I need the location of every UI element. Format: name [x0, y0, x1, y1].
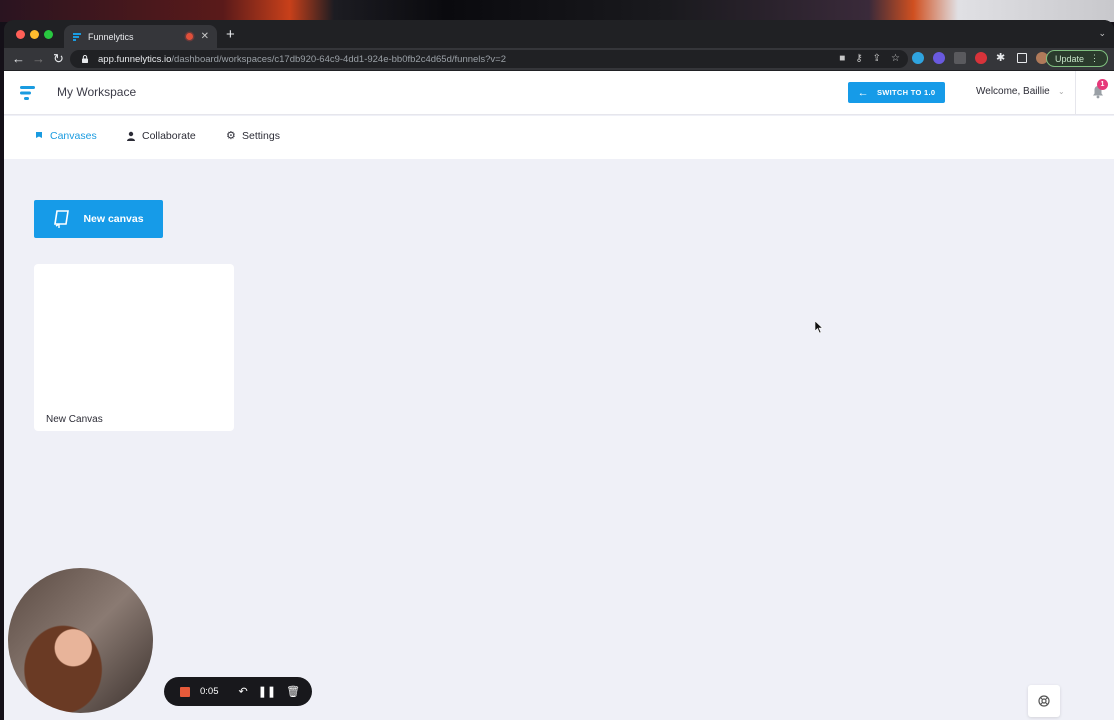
tab-settings[interactable]: ⚙ Settings: [226, 130, 280, 142]
browser-window: Funnelytics ✕ + ⌄ ← → ↻ app.funnelytics.…: [4, 20, 1114, 720]
forward-icon[interactable]: →: [32, 51, 45, 67]
user-icon: [127, 131, 135, 141]
extension-dots-icon[interactable]: [954, 52, 966, 64]
lifebuoy-icon: [1038, 695, 1050, 707]
address-bar[interactable]: app.funnelytics.io /dashboard/workspaces…: [70, 50, 908, 68]
camera-icon[interactable]: ■: [839, 53, 845, 65]
extension-purple-icon[interactable]: [933, 52, 945, 64]
app-header: My Workspace ← SWITCH TO 1.0 Welcome, Ba…: [4, 71, 1114, 115]
tab-search-chevron-icon[interactable]: ⌄: [1098, 28, 1106, 39]
funnelytics-page: My Workspace ← SWITCH TO 1.0 Welcome, Ba…: [4, 71, 1114, 720]
extensions-puzzle-icon[interactable]: ✱: [996, 52, 1008, 64]
canvas-card[interactable]: New Canvas: [34, 264, 234, 431]
help-button[interactable]: [1028, 685, 1060, 717]
workspace-subnav: Canvases Collaborate ⚙ Settings: [4, 116, 1114, 159]
tab-collaborate-label: Collaborate: [142, 130, 196, 142]
recording-controls: 0:05 ↶ ❚❚ 🗑: [164, 677, 312, 706]
browser-toolbar: ← → ↻ app.funnelytics.io /dashboard/work…: [4, 48, 1114, 70]
tab-canvases[interactable]: Canvases: [34, 130, 97, 142]
funnelytics-favicon-icon: [73, 32, 81, 41]
update-label: Update: [1054, 53, 1084, 64]
share-icon[interactable]: ⇪: [873, 53, 881, 65]
tab-settings-label: Settings: [242, 130, 280, 142]
switch-version-button[interactable]: ← SWITCH TO 1.0: [848, 82, 945, 103]
funnelytics-logo-icon[interactable]: [18, 83, 38, 103]
new-canvas-icon: [54, 210, 70, 228]
canvas-icon: [36, 132, 42, 138]
url-path: /dashboard/workspaces/c17db920-64c9-4dd1…: [171, 53, 507, 65]
gear-icon: ⚙: [226, 130, 236, 142]
browser-tab-funnelytics[interactable]: Funnelytics ✕: [64, 25, 217, 48]
tab-title: Funnelytics: [88, 31, 134, 42]
restart-icon[interactable]: ↶: [239, 686, 248, 698]
notification-badge: 1: [1097, 79, 1108, 90]
back-icon[interactable]: ←: [12, 51, 25, 67]
more-menu-icon: ⋮: [1090, 53, 1099, 63]
extension-skype-icon[interactable]: [912, 52, 924, 64]
new-canvas-button[interactable]: New canvas: [34, 200, 163, 238]
chevron-down-icon[interactable]: ⌄: [1058, 87, 1065, 96]
tab-collaborate[interactable]: Collaborate: [126, 130, 196, 142]
close-tab-icon[interactable]: ✕: [201, 31, 209, 42]
desktop-wallpaper: [0, 0, 1114, 22]
update-button[interactable]: Update ⋮: [1045, 50, 1108, 67]
stop-recording-button[interactable]: [180, 686, 190, 697]
mouse-cursor-icon: [815, 321, 823, 333]
recording-timer: 0:05: [200, 686, 219, 697]
close-window-button[interactable]: [16, 30, 25, 39]
pause-icon[interactable]: ❚❚: [258, 686, 276, 698]
trash-icon[interactable]: 🗑: [286, 686, 300, 698]
canvas-card-name: New Canvas: [46, 414, 103, 425]
webcam-bubble[interactable]: [8, 568, 153, 713]
arrow-left-icon: ←: [857, 86, 869, 99]
reload-icon[interactable]: ↻: [53, 51, 64, 67]
header-divider: [1075, 71, 1076, 115]
bookmark-star-icon[interactable]: ☆: [891, 53, 900, 65]
workspace-title: My Workspace: [57, 85, 137, 99]
recording-indicator-icon: [185, 33, 193, 40]
url-host: app.funnelytics.io: [98, 53, 172, 65]
lock-icon: [82, 55, 88, 63]
side-panel-icon[interactable]: [1017, 53, 1027, 63]
key-icon[interactable]: ⚷: [855, 53, 862, 65]
new-canvas-label: New canvas: [83, 213, 144, 225]
new-tab-button[interactable]: +: [226, 27, 235, 42]
user-menu[interactable]: Welcome, Baillie: [976, 86, 1050, 97]
tab-strip: Funnelytics ✕ + ⌄: [4, 20, 1114, 48]
switch-version-label: SWITCH TO 1.0: [876, 88, 936, 97]
extension-red-icon[interactable]: [975, 52, 987, 64]
tab-canvases-label: Canvases: [50, 130, 97, 142]
maximize-window-button[interactable]: [44, 30, 53, 39]
minimize-window-button[interactable]: [30, 30, 39, 39]
